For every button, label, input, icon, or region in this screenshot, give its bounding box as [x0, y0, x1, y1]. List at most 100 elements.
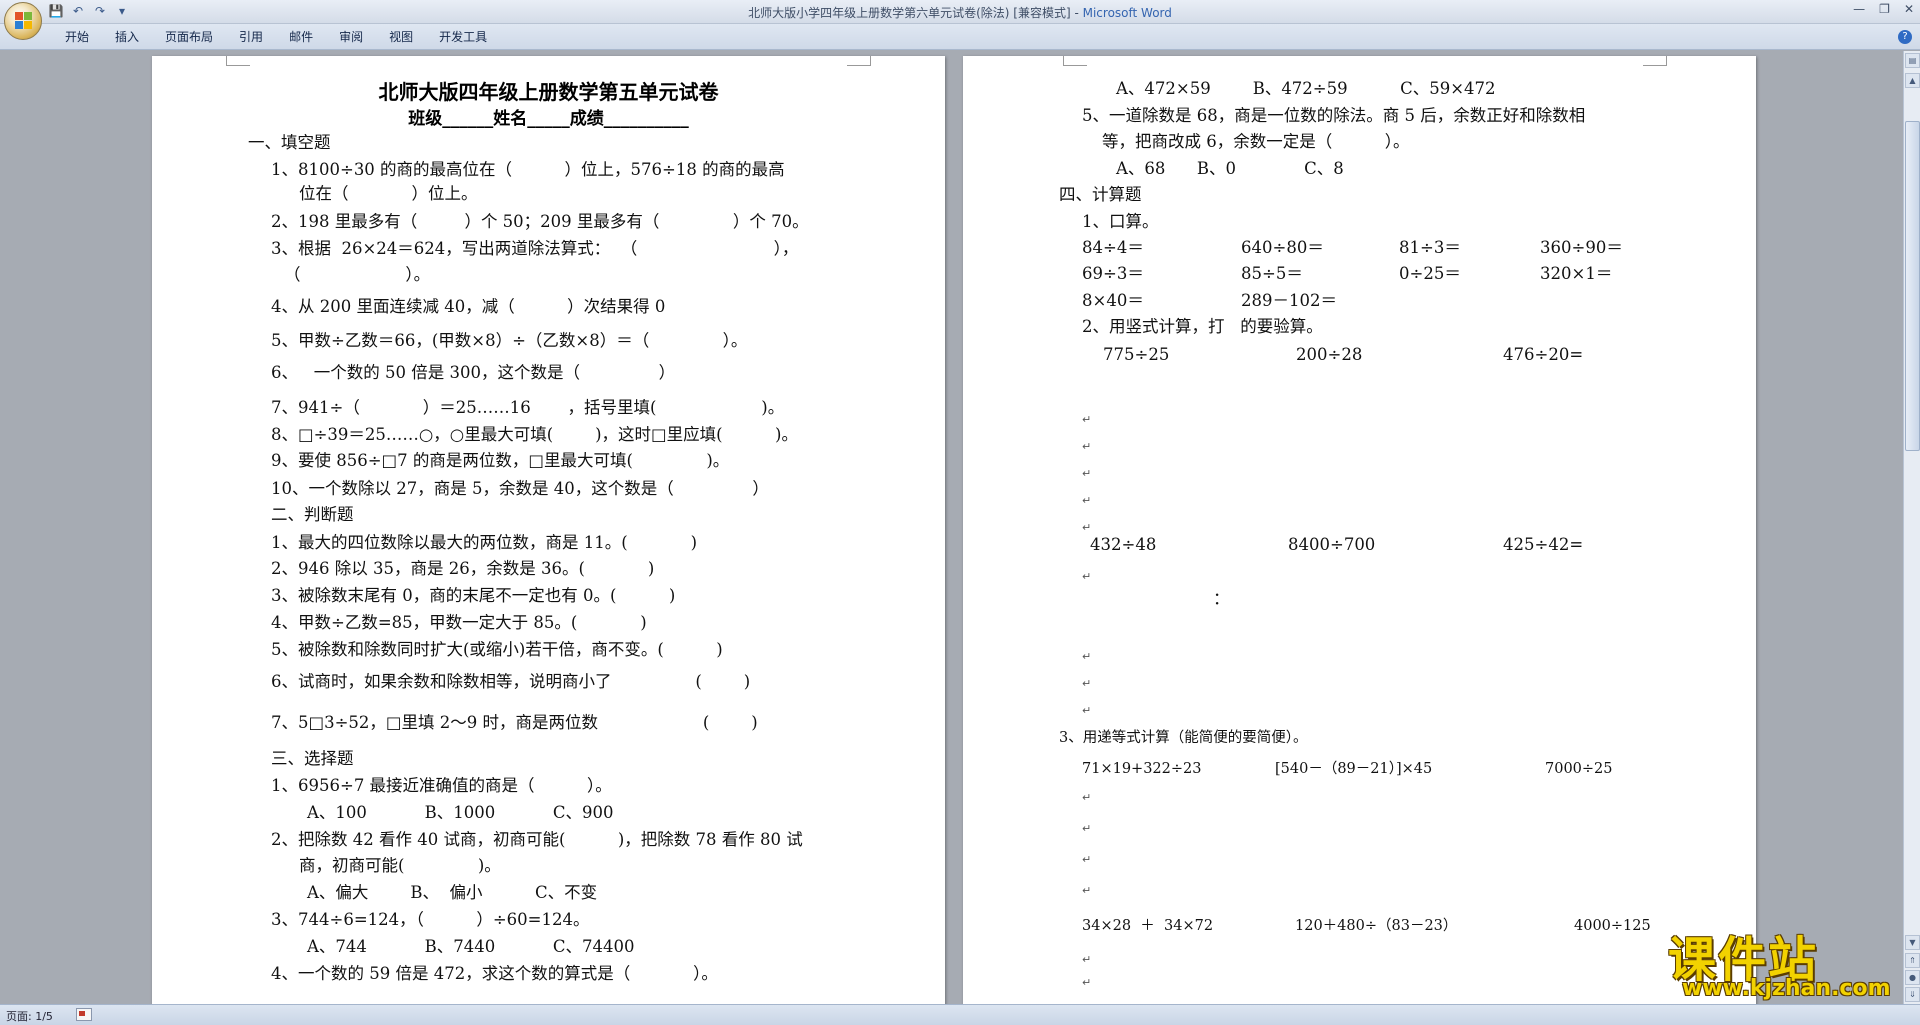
vertical-scrollbar[interactable]: ▤ ▲ ▼ ⇑ ● ⇓ — [1903, 51, 1920, 1004]
question-line: （ ）。 — [284, 265, 431, 284]
section-heading: 二、判断题 — [271, 505, 354, 524]
document-page-2[interactable]: A、472×59 B、472÷59 C、59×472 5、一道除数是 68，商是… — [963, 56, 1756, 1004]
question-line: 3、根据 26×24＝624，写出两道除法算式： （ ）， — [271, 239, 799, 258]
paragraph-mark: ↵ — [1082, 704, 1092, 717]
question-line: 5、被除数和除数同时扩大(或缩小)若干倍，商不变。( ) — [271, 640, 723, 659]
app-name: Microsoft Word — [1082, 6, 1172, 20]
question-line: 8、□÷39＝25……○，○里最大可填( )，这时□里应填( )。 — [271, 425, 798, 444]
exam-title: 北师大版四年级上册数学第五单元试卷 — [378, 80, 719, 104]
proofing-status-icon[interactable] — [76, 1008, 92, 1021]
stepwise-calc-item: 71×19+322÷23 — [1082, 761, 1202, 777]
question-line: 7、941÷（ ）＝25……16 ，括号里填( )。 — [271, 398, 785, 417]
section-heading: 四、计算题 — [1059, 185, 1142, 204]
tab-mailings[interactable]: 邮件 — [276, 29, 326, 45]
vertical-calc-item: 425÷42= — [1503, 535, 1584, 554]
question-line: 2、198 里最多有（ ）个 50；209 里最多有（ ）个 70。 — [271, 212, 809, 231]
minimize-button[interactable]: — — [1853, 2, 1865, 16]
watermark-url: www.kjzhan.com — [1682, 976, 1891, 1001]
oral-calc-item: 640÷80＝ — [1241, 238, 1324, 257]
tab-view[interactable]: 视图 — [376, 29, 426, 45]
tab-developer[interactable]: 开发工具 — [426, 29, 500, 45]
crop-mark — [226, 56, 250, 66]
question-line: 1、6956÷7 最接近准确值的商是（ ）。 — [271, 776, 612, 795]
help-icon[interactable]: ? — [1898, 30, 1912, 44]
question-line: 7、5□3÷52，□里填 2～9 时，商是两位数 ( ) — [271, 713, 758, 732]
question-line: 2、把除数 42 看作 40 试商，初商可能( )，把除数 78 看作 80 试 — [271, 830, 803, 849]
question-line: 4、甲数÷乙数=85，甲数一定大于 85。( ) — [271, 613, 647, 632]
tab-page-layout[interactable]: 页面布局 — [152, 29, 226, 45]
tab-references[interactable]: 引用 — [226, 29, 276, 45]
scroll-up-icon[interactable]: ▲ — [1905, 73, 1920, 88]
paragraph-mark: ↵ — [1082, 521, 1092, 534]
crop-mark — [1643, 56, 1667, 66]
section-heading: 三、选择题 — [271, 749, 354, 768]
question-line: 5、甲数÷乙数＝66，(甲数×8）÷（乙数×8）＝（ ）。 — [271, 331, 748, 350]
question-line: 3、被除数末尾有 0，商的末尾不一定也有 0。( ) — [271, 586, 676, 605]
paragraph-mark: ↵ — [1082, 953, 1092, 966]
question-line: 等，把商改成 6，余数一定是（ ）。 — [1102, 132, 1410, 151]
question-line: 商，初商可能( )。 — [299, 856, 501, 875]
scrollbar-thumb[interactable] — [1905, 121, 1920, 451]
option-line: A、472×59 B、472÷59 C、59×472 — [1116, 79, 1496, 98]
title-bar: 💾 ↶ ↷ ▾ 北师大版小学四年级上册数学第六单元试卷(除法) [兼容模式] -… — [0, 0, 1920, 24]
vertical-calc-item: 476÷20= — [1503, 345, 1584, 364]
stepwise-calc-item: 7000÷25 — [1545, 761, 1613, 777]
paragraph-mark: ↵ — [1082, 467, 1092, 480]
oral-calc-item: 8×40＝ — [1082, 291, 1144, 310]
close-button[interactable]: ✕ — [1904, 2, 1914, 16]
question-line: 10、一个数除以 27，商是 5，余数是 40，这个数是（ ） — [271, 479, 769, 498]
question-line: 位在（ ）位上。 — [299, 184, 478, 203]
option-line: A、偏大 B、 偏小 C、不变 — [307, 883, 598, 902]
paragraph-mark: ↵ — [1082, 853, 1092, 866]
subsection-heading: 1、口算。 — [1082, 212, 1159, 231]
maximize-button[interactable]: ❐ — [1879, 2, 1890, 16]
vertical-calc-item: 432÷48 — [1090, 535, 1157, 554]
question-line: 1、最大的四位数除以最大的两位数，商是 11。( ) — [271, 533, 698, 552]
vertical-calc-item: 200÷28 — [1296, 345, 1363, 364]
stepwise-calc-item: 120＋480÷（83－23） — [1295, 918, 1458, 934]
stray-mark: ： — [1213, 589, 1230, 608]
paragraph-mark: ↵ — [1082, 791, 1092, 804]
document-area[interactable]: 北师大版四年级上册数学第五单元试卷 班级______姓名_____成绩_____… — [0, 51, 1903, 1004]
subsection-heading: 2、用竖式计算，打 的要验算。 — [1082, 317, 1323, 336]
stepwise-calc-item: 34×28 ＋ 34×72 — [1082, 918, 1214, 934]
page-indicator[interactable]: 页面: 1/5 — [6, 1008, 53, 1024]
subsection-heading: 3、用递等式计算（能简便的要简便）。 — [1059, 730, 1308, 746]
document-page-1[interactable]: 北师大版四年级上册数学第五单元试卷 班级______姓名_____成绩_____… — [152, 56, 945, 1004]
paragraph-mark: ↵ — [1082, 570, 1092, 583]
office-button[interactable] — [4, 2, 42, 40]
oral-calc-item: 84÷4＝ — [1082, 238, 1144, 257]
question-line: 4、一个数的 59 倍是 472，求这个数的算式是（ ）。 — [271, 964, 718, 983]
office-logo-icon — [15, 12, 33, 30]
crop-mark — [847, 56, 871, 66]
question-line: 6、试商时，如果余数和除数相等，说明商小了 ( ) — [271, 672, 751, 691]
question-line: 6、 一个数的 50 倍是 300，这个数是（ ） — [271, 363, 676, 382]
section-heading: 一、填空题 — [248, 133, 331, 152]
exam-info-line: 班级______姓名_____成绩__________ — [408, 109, 689, 129]
oral-calc-item: 85÷5＝ — [1241, 264, 1303, 283]
oral-calc-item: 320×1＝ — [1540, 264, 1613, 283]
option-line: A、100 B、1000 C、900 — [307, 803, 614, 822]
oral-calc-item: 289－102＝ — [1241, 291, 1337, 310]
tab-review[interactable]: 审阅 — [326, 29, 376, 45]
oral-calc-item: 81÷3＝ — [1399, 238, 1461, 257]
ruler-toggle-icon[interactable]: ▤ — [1905, 53, 1920, 68]
paragraph-mark: ↵ — [1082, 413, 1092, 426]
question-line: 5、一道除数是 68，商是一位数的除法。商 5 后，余数正好和除数相 — [1082, 106, 1586, 125]
paragraph-mark: ↵ — [1082, 677, 1092, 690]
paragraph-mark: ↵ — [1082, 494, 1092, 507]
question-line: 1、8100÷30 的商的最高位在（ ）位上，576÷18 的商的最高 — [271, 160, 785, 179]
status-bar: 页面: 1/5 — [0, 1004, 1920, 1025]
paragraph-mark: ↵ — [1082, 822, 1092, 835]
question-line: 3、744÷6=124，（ ）÷60=124。 — [271, 910, 590, 929]
vertical-calc-item: 775÷25 — [1103, 345, 1170, 364]
question-line: 2、946 除以 35，商是 26，余数是 36。( ) — [271, 559, 655, 578]
stepwise-calc-item: [540－（89－21）]×45 — [1275, 761, 1433, 777]
paragraph-mark: ↵ — [1082, 976, 1092, 989]
document-title: 北师大版小学四年级上册数学第六单元试卷(除法) [兼容模式] - — [748, 6, 1083, 20]
crop-mark — [1063, 56, 1087, 66]
window-title: 北师大版小学四年级上册数学第六单元试卷(除法) [兼容模式] - Microso… — [0, 4, 1920, 21]
tab-insert[interactable]: 插入 — [102, 29, 152, 45]
tab-home[interactable]: 开始 — [52, 29, 102, 45]
ribbon-tab-bar: 开始 插入 页面布局 引用 邮件 审阅 视图 开发工具 ? — [0, 24, 1920, 50]
